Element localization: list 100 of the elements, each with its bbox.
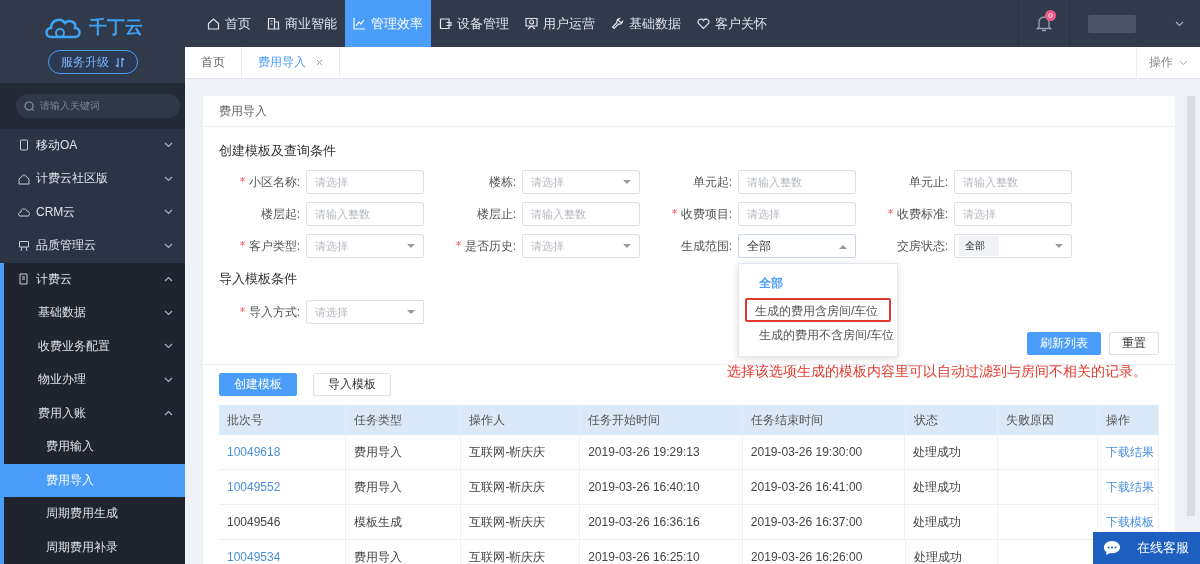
nav-tab[interactable]: 首页 <box>199 0 259 47</box>
table-cell: 互联网-靳庆庆 <box>469 478 546 496</box>
sidebar-group[interactable]: 移动OA <box>0 128 185 162</box>
operations-menu[interactable]: 操作 <box>1136 47 1200 78</box>
column-header: 任务类型 <box>345 405 462 435</box>
table-cell: 处理成功 <box>913 443 962 461</box>
sidebar-item[interactable]: 物业办理 <box>4 363 185 397</box>
page-tab[interactable]: 首页 <box>185 47 242 78</box>
table-cell: 费用导入 <box>353 548 402 564</box>
chevron-icon <box>1179 59 1188 66</box>
required-icon <box>239 176 245 182</box>
table-cell: 2019-03-26 16:36:16 <box>588 515 700 529</box>
download-link[interactable]: 下载模板 <box>1106 513 1154 531</box>
table-cell: 互联网-靳庆庆 <box>469 548 546 564</box>
field-label: 交房状态: <box>895 237 948 255</box>
card-title: 费用导入 <box>203 96 1175 127</box>
table-cell: 费用导入 <box>353 478 402 496</box>
table-cell: 2019-03-26 19:29:13 <box>588 445 700 459</box>
house-icon <box>18 172 30 185</box>
arrows-icon <box>114 56 125 68</box>
select-field[interactable]: 全部 <box>738 234 856 258</box>
field-label: 小区名称: <box>219 173 300 191</box>
batch-link[interactable]: 10049552 <box>227 480 281 494</box>
annotation-text: 选择该选项生成的模板内容里可以自动过滤到与房间不相关的记录。 <box>727 363 1147 381</box>
nav-tab[interactable]: 商业智能 <box>259 0 345 47</box>
field-label: 收费标准: <box>867 205 948 223</box>
sidebar-link[interactable]: 周期费用生成 <box>0 497 185 531</box>
table-cell: 互联网-靳庆庆 <box>469 513 546 531</box>
close-icon[interactable] <box>316 59 323 66</box>
home-icon <box>207 17 220 30</box>
sidebar-item[interactable]: 收费业务配置 <box>4 329 185 363</box>
download-link[interactable]: 下载结果 <box>1106 443 1154 461</box>
field-label: 单元止: <box>907 173 948 191</box>
nav-tab[interactable]: 基础数据 <box>603 0 689 47</box>
blurred-username <box>1088 14 1136 33</box>
sidebar-group[interactable]: 计费云社区版 <box>0 162 185 196</box>
building-icon <box>267 17 280 30</box>
heart-icon <box>697 17 710 30</box>
search-field[interactable]: 请输入关键词 <box>16 93 180 118</box>
column-header: 任务开始时间 <box>580 405 743 435</box>
field-label: 单元起: <box>691 173 732 191</box>
table-cell: 10049546 <box>227 515 281 529</box>
required-icon <box>455 240 461 246</box>
sidebar-group[interactable]: 计费云 <box>4 262 185 296</box>
sidebar-link[interactable]: 费用输入 <box>0 430 185 464</box>
field-label: 收费项目: <box>651 205 732 223</box>
field-label: 导入方式: <box>219 303 300 321</box>
table-cell: 费用导入 <box>353 443 402 461</box>
sidebar-group[interactable]: CRM云 <box>0 195 185 229</box>
required-icon <box>239 306 245 312</box>
table-cell: 处理成功 <box>913 548 962 564</box>
batch-link[interactable]: 10049534 <box>227 550 281 564</box>
table-cell: 2019-03-26 16:37:00 <box>750 515 863 529</box>
table-cell: 模板生成 <box>353 513 402 531</box>
column-header: 操作 <box>1098 405 1159 435</box>
sidebar-group[interactable]: 品质管理云 <box>0 229 185 263</box>
chart-icon <box>353 17 366 30</box>
upgrade-button[interactable]: 服务升级 <box>47 50 138 74</box>
sidebar-item[interactable]: 基础数据 <box>4 296 185 330</box>
selected-tag: 全部 <box>959 236 999 256</box>
table-cell: 2019-03-26 16:26:00 <box>750 550 863 564</box>
dropdown-option[interactable]: 生成的费用含房间/车位 <box>745 298 891 322</box>
import-template-button[interactable]: 导入模板 <box>313 373 391 396</box>
section-title: 导入模板条件 <box>219 270 297 288</box>
required-icon <box>887 208 893 214</box>
download-link[interactable]: 下载结果 <box>1106 478 1154 496</box>
nav-tab[interactable]: 用户运营 <box>517 0 603 47</box>
column-header: 任务结束时间 <box>742 405 906 435</box>
column-header: 失败原因 <box>998 405 1099 435</box>
table-cell: 2019-03-26 16:40:10 <box>588 480 700 494</box>
reset-button[interactable]: 重置 <box>1109 332 1159 355</box>
chat-button[interactable]: 在线客服 <box>1093 532 1200 564</box>
wrench-icon <box>611 17 624 30</box>
caret-icon[interactable] <box>1175 20 1184 27</box>
sidebar-item[interactable]: 费用入账 <box>4 396 185 430</box>
select-field[interactable]: 全部 <box>954 234 1072 258</box>
table-cell: 互联网-靳庆庆 <box>469 443 546 461</box>
field-label: 楼层起: <box>259 205 300 223</box>
field-label: 是否历史: <box>435 237 516 255</box>
nav-tab[interactable]: 设备管理 <box>431 0 517 47</box>
table-cell: 2019-03-26 19:30:00 <box>750 445 863 459</box>
nav-tab[interactable]: 客户关怀 <box>689 0 775 47</box>
brand-name: 千丁云 <box>88 16 143 39</box>
bell-icon[interactable] <box>1036 15 1052 32</box>
column-header: 操作人 <box>461 405 581 435</box>
sidebar-link[interactable]: 周期费用补录 <box>0 530 185 564</box>
document-icon <box>18 273 30 286</box>
field-label: 客户类型: <box>219 237 300 255</box>
table-cell: 2019-03-26 16:41:00 <box>750 480 863 494</box>
table-cell: 处理成功 <box>913 478 962 496</box>
field-label: 楼层止: <box>475 205 516 223</box>
table-cell: 2019-03-26 16:25:10 <box>588 550 700 564</box>
section-title: 创建模板及查询条件 <box>219 142 336 160</box>
field-label: 生成范围: <box>679 237 732 255</box>
required-icon <box>671 208 677 214</box>
wallet-icon <box>439 17 452 30</box>
notification-badge: 0 <box>1045 10 1056 21</box>
batch-link[interactable]: 10049618 <box>227 445 281 459</box>
chat-bubble-icon <box>1103 540 1121 556</box>
required-icon <box>239 240 245 246</box>
